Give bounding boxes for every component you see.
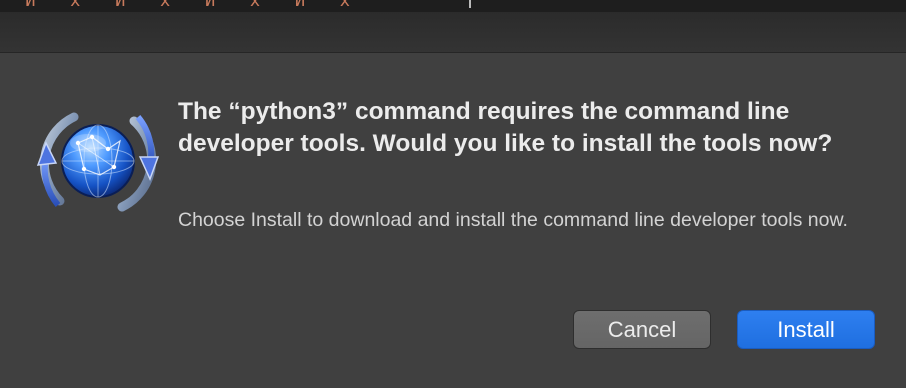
terminal-window-strip: "И" "x" "И" "x" "И" "x" "И" "x" [0, 0, 906, 12]
terminal-cursor [469, 0, 471, 8]
software-update-globe-icon [36, 112, 160, 212]
cancel-button[interactable]: Cancel [573, 310, 711, 349]
dialog-title: The “python3” command requires the comma… [178, 98, 833, 157]
install-tools-dialog: The “python3” command requires the comma… [0, 52, 906, 388]
terminal-output-text: "И" "x" "И" "x" "И" "x" "И" "x" [14, 0, 363, 11]
dialog-message: Choose Install to download and install t… [178, 209, 848, 231]
sheet-shadow [0, 12, 906, 54]
install-button[interactable]: Install [737, 310, 875, 349]
